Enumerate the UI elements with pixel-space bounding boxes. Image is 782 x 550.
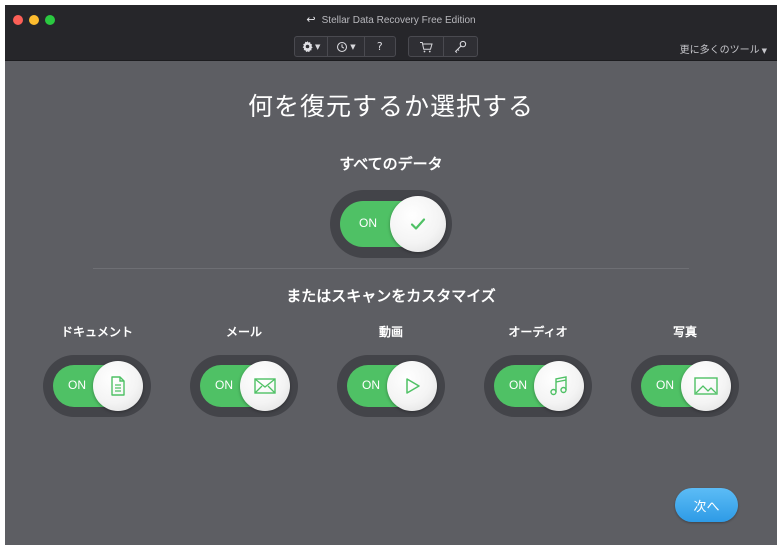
customize-label: またはスキャンをカスタマイズ <box>286 287 496 305</box>
toggle-state-label: ON <box>68 378 86 392</box>
all-data-toggle[interactable]: ON <box>340 196 446 252</box>
settings-button[interactable]: ▼ <box>295 37 329 56</box>
check-icon <box>410 218 426 230</box>
toggle-state-label: ON <box>215 378 233 392</box>
category-label-photos: 写真 <box>672 325 697 339</box>
window-title: Stellar Data Recovery Free Edition <box>321 15 476 26</box>
app-logo-icon: ↩ <box>306 14 316 26</box>
category-label-video: 動画 <box>378 325 403 339</box>
chevron-down-icon: ▼ <box>314 42 321 51</box>
toggle-state-label: ON <box>359 216 377 230</box>
video-icon <box>406 378 420 394</box>
key-button[interactable] <box>444 37 478 56</box>
help-button[interactable]: ? <box>365 37 395 56</box>
mail-toggle[interactable]: ON <box>200 361 290 411</box>
page-title: 何を復元するか選択する <box>247 92 534 121</box>
audio-toggle[interactable]: ON <box>494 361 584 411</box>
category-label-mail: メール <box>225 325 262 339</box>
toggle-knob[interactable] <box>534 361 584 411</box>
toggle-state-label: ON <box>509 378 527 392</box>
document-icon <box>111 376 125 396</box>
section-divider <box>93 268 689 269</box>
more-tools-menu[interactable]: 更に多くのツール ▼ <box>680 41 767 56</box>
category-label-audio: オーディオ <box>508 325 568 339</box>
history-icon <box>337 41 348 52</box>
more-tools-label: 更に多くのツール <box>679 45 760 56</box>
key-icon <box>454 40 466 53</box>
app-window: ↩ Stellar Data Recovery Free Edition ▼ ▼ … <box>5 5 777 545</box>
title-bar: ↩ Stellar Data Recovery Free Edition <box>5 5 777 33</box>
gear-icon <box>302 41 313 52</box>
photos-toggle[interactable]: ON <box>641 361 731 411</box>
chevron-down-icon: ▼ <box>761 47 767 55</box>
toggle-state-label: ON <box>656 378 674 392</box>
audio-icon <box>550 376 567 396</box>
history-button[interactable]: ▼ <box>328 37 365 56</box>
mail-icon <box>254 378 276 394</box>
documents-toggle[interactable]: ON <box>53 361 143 411</box>
toolbar-group-store <box>408 36 478 57</box>
toolbar-group-main: ▼ ▼ ? <box>294 36 396 57</box>
toggle-state-label: ON <box>362 378 380 392</box>
chevron-down-icon: ▼ <box>350 42 356 51</box>
toggle-knob[interactable] <box>390 196 446 252</box>
cart-icon <box>419 41 433 52</box>
video-toggle[interactable]: ON <box>347 361 437 411</box>
toolbar: ▼ ▼ ? 更に多くのツール ▼ <box>5 33 777 61</box>
photo-icon <box>694 377 718 395</box>
toggle-knob[interactable] <box>93 361 143 411</box>
window-title-area: ↩ Stellar Data Recovery Free Edition <box>5 13 777 26</box>
cart-button[interactable] <box>409 37 444 56</box>
help-label: ? <box>376 40 383 53</box>
category-label-documents: ドキュメント <box>60 325 133 339</box>
all-data-label: すべてのデータ <box>339 155 443 173</box>
toggle-knob[interactable] <box>387 361 437 411</box>
toggle-knob[interactable] <box>240 361 290 411</box>
toggle-knob[interactable] <box>681 361 731 411</box>
next-button[interactable]: 次へ <box>675 488 738 522</box>
